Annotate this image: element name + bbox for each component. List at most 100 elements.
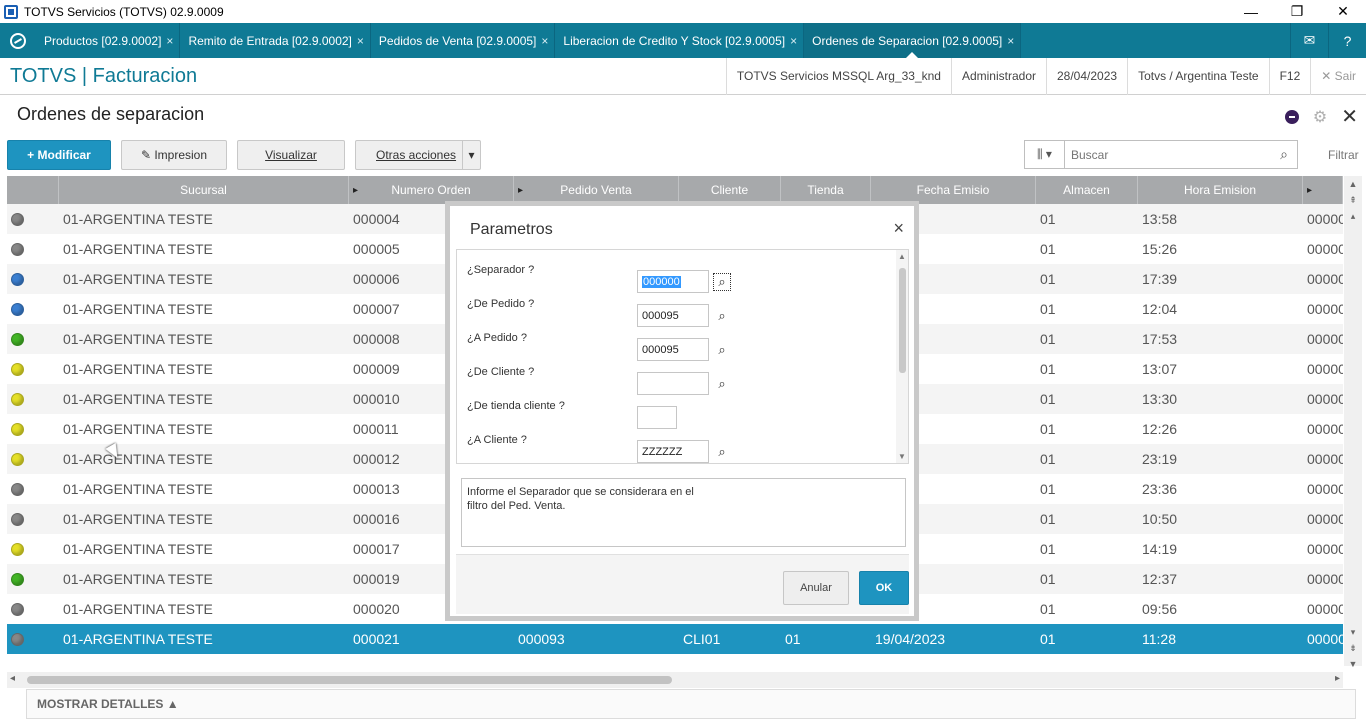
columns-icon[interactable]: ⫼ ▾ <box>1025 141 1065 168</box>
param-input[interactable]: 000095 <box>637 304 709 327</box>
cell-hora: 17:39 <box>1142 271 1178 287</box>
tab-label: Ordenes de Separacion [02.9.0005] <box>812 33 1003 48</box>
param-value: 000000 <box>642 275 681 288</box>
cell-hora: 09:56 <box>1142 601 1178 617</box>
status-indicator-icon <box>11 422 24 436</box>
cell-sucursal: 01-ARGENTINA TESTE <box>63 601 213 617</box>
column-header-numero-orden[interactable]: Numero Orden <box>349 176 514 204</box>
tab-4[interactable]: Ordenes de Separacion [02.9.0005] × <box>804 23 1022 58</box>
view-button[interactable]: Visualizar <box>237 140 345 170</box>
lookup-search-icon[interactable]: ⌕ <box>713 307 731 325</box>
column-header-fecha-emision[interactable]: Fecha Emisio <box>871 176 1036 204</box>
param-label: ¿De Cliente ? <box>467 366 535 378</box>
module-header: TOTVS | Facturacion TOTVS Servicios MSSQ… <box>0 57 1366 95</box>
cancel-button[interactable]: Anular <box>783 571 849 605</box>
cell-hora: 17:53 <box>1142 331 1178 347</box>
shortcut-label[interactable]: F12 <box>1268 57 1311 95</box>
cell-extra: 00000 <box>1307 451 1343 467</box>
grid-horizontal-scrollbar[interactable]: ◂ ▸ <box>7 672 1343 688</box>
show-details-toggle[interactable]: MOSTRAR DETALLES ▲ <box>26 689 1356 719</box>
search-input[interactable] <box>1065 142 1271 167</box>
exit-button[interactable]: ✕ Sair <box>1310 57 1366 95</box>
tab-0[interactable]: Productos [02.9.0002] × <box>36 23 181 58</box>
print-button[interactable]: ✎ Impresion <box>121 140 227 170</box>
close-page-icon[interactable]: ✕ <box>1341 104 1358 129</box>
status-column-header[interactable] <box>7 176 59 204</box>
column-header-almacen[interactable]: Almacen <box>1036 176 1138 204</box>
lookup-search-icon[interactable]: ⌕ <box>713 273 731 291</box>
search-box: ⫼ ▾ ⌕ <box>1024 140 1298 169</box>
column-header-pedido-venta[interactable]: Pedido Venta <box>514 176 679 204</box>
scroll-bottom-icon: ▼ <box>1348 659 1358 669</box>
cell-extra: 00000 <box>1307 271 1343 287</box>
tab-close-icon[interactable]: × <box>541 34 548 48</box>
cell-almacen: 01 <box>1040 271 1056 287</box>
lookup-search-icon[interactable]: ⌕ <box>713 341 731 359</box>
totvs-logo-icon[interactable] <box>0 23 36 58</box>
cell-hora: 23:19 <box>1142 451 1178 467</box>
tab-3[interactable]: Liberacion de Credito Y Stock [02.9.0005… <box>555 23 805 58</box>
tab-2[interactable]: Pedidos de Venta [02.9.0005] × <box>371 23 556 58</box>
mail-icon[interactable]: ✉ <box>1290 23 1328 58</box>
chevron-down-icon[interactable]: ▾ <box>462 141 480 169</box>
ok-button[interactable]: OK <box>859 571 909 605</box>
filter-button[interactable]: Filtrar <box>1328 148 1359 162</box>
parameters-scrollbar[interactable]: ▲ ▼ <box>896 250 908 463</box>
minimize-button[interactable]: — <box>1228 0 1274 23</box>
column-header-sucursal[interactable]: Sucursal <box>59 176 349 204</box>
param-input[interactable] <box>637 406 677 429</box>
status-cell <box>7 482 59 496</box>
restore-button[interactable]: ❐ <box>1274 0 1320 23</box>
tab-label: Remito de Entrada [02.9.0002] <box>188 33 352 48</box>
modify-button[interactable]: + Modificar <box>7 140 111 170</box>
param-label: ¿Separador ? <box>467 264 535 276</box>
user-label[interactable]: Administrador <box>950 57 1046 95</box>
scroll-left-icon: ◂ <box>10 673 16 684</box>
scroll-top-icon: ▲ <box>1348 179 1358 189</box>
close-window-button[interactable]: ✕ <box>1320 0 1366 23</box>
cell-hora: 13:30 <box>1142 391 1178 407</box>
tab-close-icon[interactable]: × <box>1007 34 1014 48</box>
environment-label[interactable]: TOTVS Servicios MSSQL Arg_33_knd <box>725 57 951 95</box>
cell-almacen: 01 <box>1040 481 1056 497</box>
grid-vertical-scrollbar[interactable]: ▲ ⇞ ▴ ▾ ⇟ ▼ <box>1344 176 1362 669</box>
cell-almacen: 01 <box>1040 541 1056 557</box>
column-header-tienda[interactable]: Tienda <box>781 176 871 204</box>
status-indicator-icon <box>11 272 24 286</box>
param-input[interactable] <box>637 372 709 395</box>
column-header-more[interactable] <box>1303 176 1343 204</box>
column-header-cliente[interactable]: Cliente <box>679 176 781 204</box>
tab-close-icon[interactable]: × <box>790 34 797 48</box>
param-input[interactable]: 000000 <box>637 270 709 293</box>
lookup-search-icon[interactable]: ⌕ <box>713 375 731 393</box>
search-icon[interactable]: ⌕ <box>1271 146 1297 163</box>
cell-almacen: 01 <box>1040 511 1056 527</box>
tab-label: Productos [02.9.0002] <box>44 33 162 48</box>
table-row[interactable]: 01-ARGENTINA TESTE 000021 000093 CLI01 01 19/… <box>7 624 1343 654</box>
page-title: Ordenes de separacion <box>17 104 205 124</box>
other-actions-button[interactable]: Otras acciones ▾ <box>355 140 481 170</box>
help-icon[interactable]: ? <box>1328 23 1366 58</box>
param-input[interactable]: ZZZZZZ <box>637 440 709 463</box>
param-value: ZZZZZZ <box>642 445 683 458</box>
tab-close-icon[interactable]: × <box>357 34 364 48</box>
param-input[interactable]: 000095 <box>637 338 709 361</box>
cell-extra: 00000 <box>1307 541 1343 557</box>
status-cell <box>7 302 59 316</box>
tab-close-icon[interactable]: × <box>166 34 173 48</box>
cell-extra: 00000 <box>1307 601 1343 617</box>
company-label[interactable]: Totvs / Argentina Teste <box>1127 57 1269 95</box>
cell-sucursal: 01-ARGENTINA TESTE <box>63 271 213 287</box>
dialog-title: Parametros <box>470 221 553 238</box>
cell-extra: 00000 <box>1307 511 1343 527</box>
date-label[interactable]: 28/04/2023 <box>1046 57 1127 95</box>
minus-circle-icon[interactable] <box>1284 109 1299 124</box>
tab-1[interactable]: Remito de Entrada [02.9.0002] × <box>180 23 371 58</box>
parameter-help-text: Informe el Separador que se considerara … <box>461 478 906 547</box>
status-indicator-icon <box>11 332 24 346</box>
lookup-search-icon[interactable]: ⌕ <box>713 443 731 461</box>
dialog-close-icon[interactable]: × <box>893 218 904 239</box>
column-header-hora-emision[interactable]: Hora Emision <box>1138 176 1303 204</box>
status-cell <box>7 332 59 346</box>
gear-icon[interactable]: ⚙ <box>1313 107 1327 127</box>
